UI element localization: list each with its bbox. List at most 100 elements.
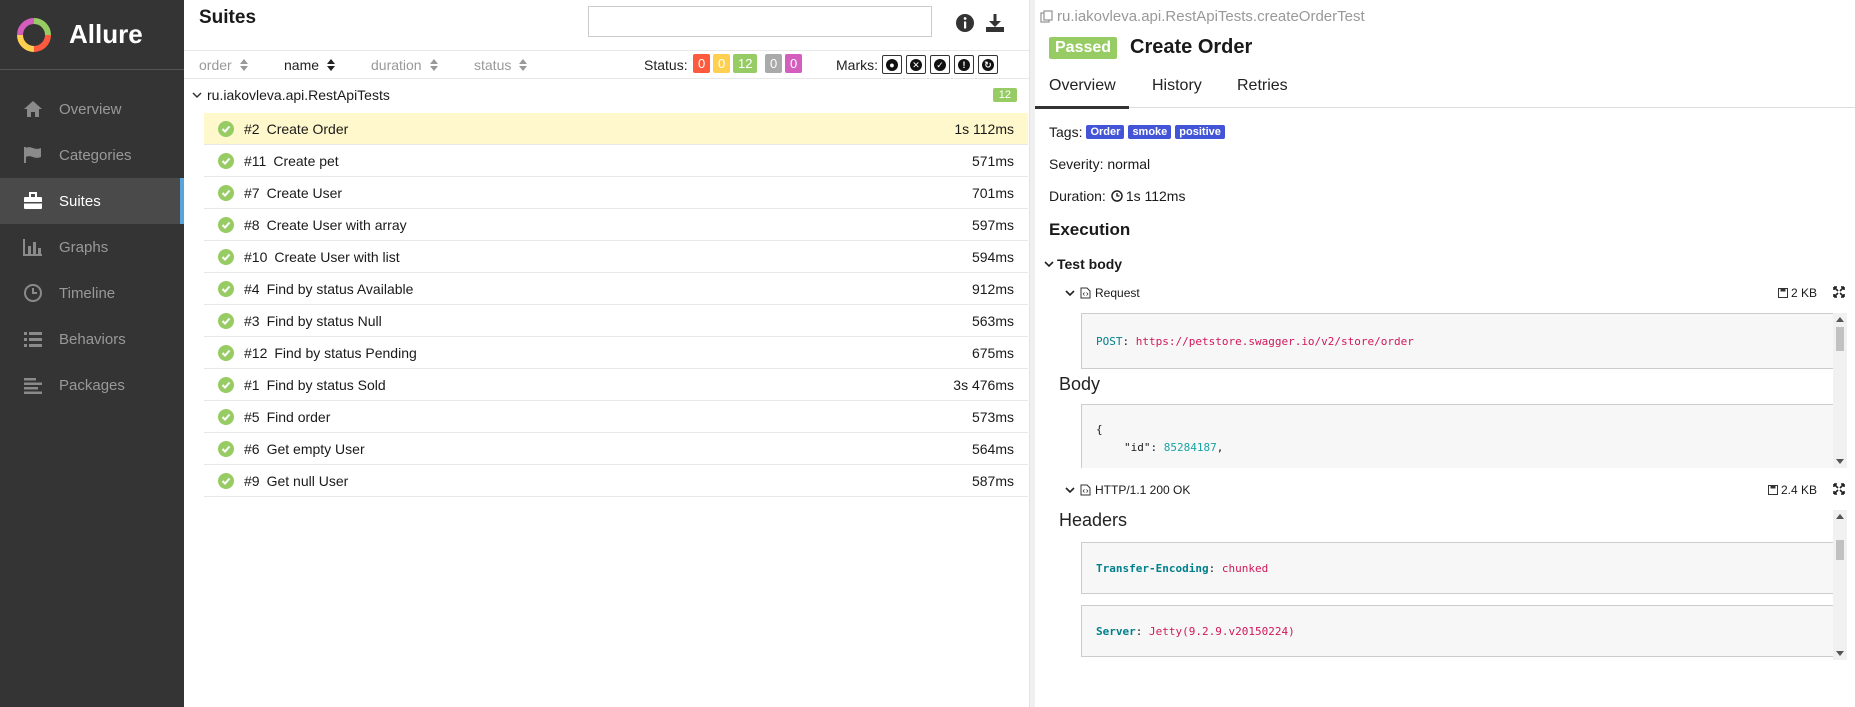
info-icon[interactable] (954, 12, 976, 34)
table-row[interactable]: #2 Create Order 1s 112ms (204, 113, 1028, 145)
severity-line: Severity: normal (1049, 156, 1151, 172)
table-row[interactable]: #12 Find by status Pending 675ms (204, 337, 1028, 369)
test-body-toggle[interactable]: Test body (1044, 256, 1122, 272)
sort-status[interactable]: status (474, 57, 528, 73)
scroll-thumb[interactable] (1836, 327, 1844, 351)
tab-retries[interactable]: Retries (1237, 77, 1288, 95)
request-attachment-header[interactable]: Request 2 KB (1065, 283, 1845, 303)
sidebar-nav: Overview Categories Suites Graphs Timeli… (0, 86, 184, 408)
brand[interactable]: Allure (0, 0, 184, 70)
sidebar-item-label: Categories (59, 146, 132, 164)
status-skipped-count[interactable]: 0 (765, 54, 783, 73)
table-row[interactable]: #7 Create User 701ms (204, 177, 1028, 209)
mark-retries-button[interactable]: ↻ (978, 55, 998, 74)
request-scrollbar[interactable] (1833, 313, 1847, 468)
table-row[interactable]: #3 Find by status Null 563ms (204, 305, 1028, 337)
check-circle-icon (218, 248, 234, 265)
mark-new-broken-button[interactable]: ! (954, 55, 974, 74)
chevron-down-icon (1065, 290, 1075, 297)
sidebar-item-packages[interactable]: Packages (0, 362, 184, 408)
chevron-down-icon (1065, 487, 1075, 494)
header-block: Transfer-Encoding: chunked (1081, 542, 1835, 594)
file-code-icon (1080, 484, 1091, 496)
suite-group[interactable]: ru.iakovleva.api.RestApiTests 12 (192, 85, 1017, 105)
test-name: Create User (266, 184, 343, 201)
test-name: Find by status Sold (266, 376, 386, 393)
sidebar-item-categories[interactable]: Categories (0, 132, 184, 178)
tab-overview[interactable]: Overview (1035, 77, 1129, 109)
test-detail-pane: ru.iakovleva.api.RestApiTests.createOrde… (1035, 0, 1855, 707)
sidebar-item-timeline[interactable]: Timeline (0, 270, 184, 316)
test-title: Create Order (1130, 36, 1253, 58)
sort-order[interactable]: order (199, 57, 248, 73)
test-number: #9 (244, 472, 260, 489)
check-circle-icon (218, 376, 234, 393)
status-failed-count[interactable]: 0 (693, 54, 711, 73)
test-number: #11 (244, 152, 267, 169)
scroll-thumb[interactable] (1836, 540, 1844, 560)
scroll-down-icon[interactable] (1836, 651, 1844, 656)
test-name: Create User with array (266, 216, 407, 233)
response-attachment-header[interactable]: HTTP/1.1 200 OK 2.4 KB (1065, 480, 1845, 500)
request-body-block: { "id": 85284187, (1081, 404, 1835, 468)
body-heading: Body (1059, 374, 1101, 394)
table-row[interactable]: #6 Get empty User 564ms (204, 433, 1028, 465)
marks-filter-label: Marks: (836, 57, 878, 73)
sidebar-item-label: Packages (59, 376, 125, 394)
test-duration: 587ms (971, 473, 1014, 489)
response-scrollbar[interactable] (1833, 510, 1847, 660)
test-name: Get empty User (266, 440, 365, 457)
sort-arrows-icon (239, 59, 248, 71)
tab-history[interactable]: History (1152, 77, 1202, 95)
test-name: Create Order (266, 120, 349, 137)
sort-name[interactable]: name (284, 57, 336, 73)
chevron-down-icon (192, 92, 202, 99)
table-row[interactable]: #5 Find order 573ms (204, 401, 1028, 433)
sort-label: status (474, 57, 512, 73)
expand-icon[interactable] (1833, 286, 1845, 298)
status-broken-count[interactable]: 0 (713, 54, 731, 73)
scroll-up-icon[interactable] (1836, 317, 1844, 322)
sort-label: duration (371, 57, 422, 73)
exclamation-circle-icon: ! (958, 58, 970, 71)
table-row[interactable]: #10 Create User with list 594ms (204, 241, 1028, 273)
copy-icon[interactable] (1040, 10, 1053, 23)
breadcrumb: ru.iakovleva.api.RestApiTests.createOrde… (1040, 8, 1365, 25)
duration-line: Duration: 1s 112ms (1049, 188, 1185, 204)
scroll-down-icon[interactable] (1836, 459, 1844, 464)
expand-icon[interactable] (1833, 483, 1845, 495)
test-duration: 571ms (971, 153, 1014, 169)
scroll-up-icon[interactable] (1836, 514, 1844, 519)
test-duration: 912ms (971, 281, 1014, 297)
mark-new-failed-button[interactable]: ✕ (906, 55, 926, 74)
test-duration: 675ms (971, 345, 1014, 361)
request-url-block: POST: https://petstore.swagger.io/v2/sto… (1081, 313, 1835, 369)
response-attachment: Headers Transfer-Encoding: chunked Serve… (1057, 505, 1847, 665)
table-row[interactable]: #8 Create User with array 597ms (204, 209, 1028, 241)
test-number: #6 (244, 440, 260, 457)
sidebar-item-graphs[interactable]: Graphs (0, 224, 184, 270)
table-row[interactable]: #4 Find by status Available 912ms (204, 273, 1028, 305)
mark-new-passed-button[interactable]: ✓ (930, 55, 950, 74)
test-duration: 1s 112ms (954, 121, 1014, 137)
home-icon (22, 98, 44, 120)
sort-toolbar: order name duration status Status: 0 0 1… (184, 50, 1029, 79)
check-circle-icon (218, 312, 234, 329)
tag-badge: positive (1175, 125, 1225, 139)
mark-flaky-button[interactable]: ● (882, 55, 902, 74)
sidebar-item-overview[interactable]: Overview (0, 86, 184, 132)
status-unknown-count[interactable]: 0 (785, 54, 803, 73)
search-input[interactable] (588, 6, 932, 37)
sort-arrows-icon (327, 59, 336, 71)
save-icon (1777, 288, 1788, 298)
sort-duration[interactable]: duration (371, 57, 438, 73)
sidebar-item-behaviors[interactable]: Behaviors (0, 316, 184, 362)
table-row[interactable]: #9 Get null User 587ms (204, 465, 1028, 497)
table-row[interactable]: #11 Create pet 571ms (204, 145, 1028, 177)
download-icon[interactable] (984, 12, 1006, 34)
response-size: 2.4 KB (1767, 483, 1817, 497)
status-passed-count[interactable]: 12 (733, 54, 758, 73)
sidebar-item-suites[interactable]: Suites (0, 178, 184, 224)
briefcase-icon (22, 190, 44, 212)
table-row[interactable]: #1 Find by status Sold 3s 476ms (204, 369, 1028, 401)
